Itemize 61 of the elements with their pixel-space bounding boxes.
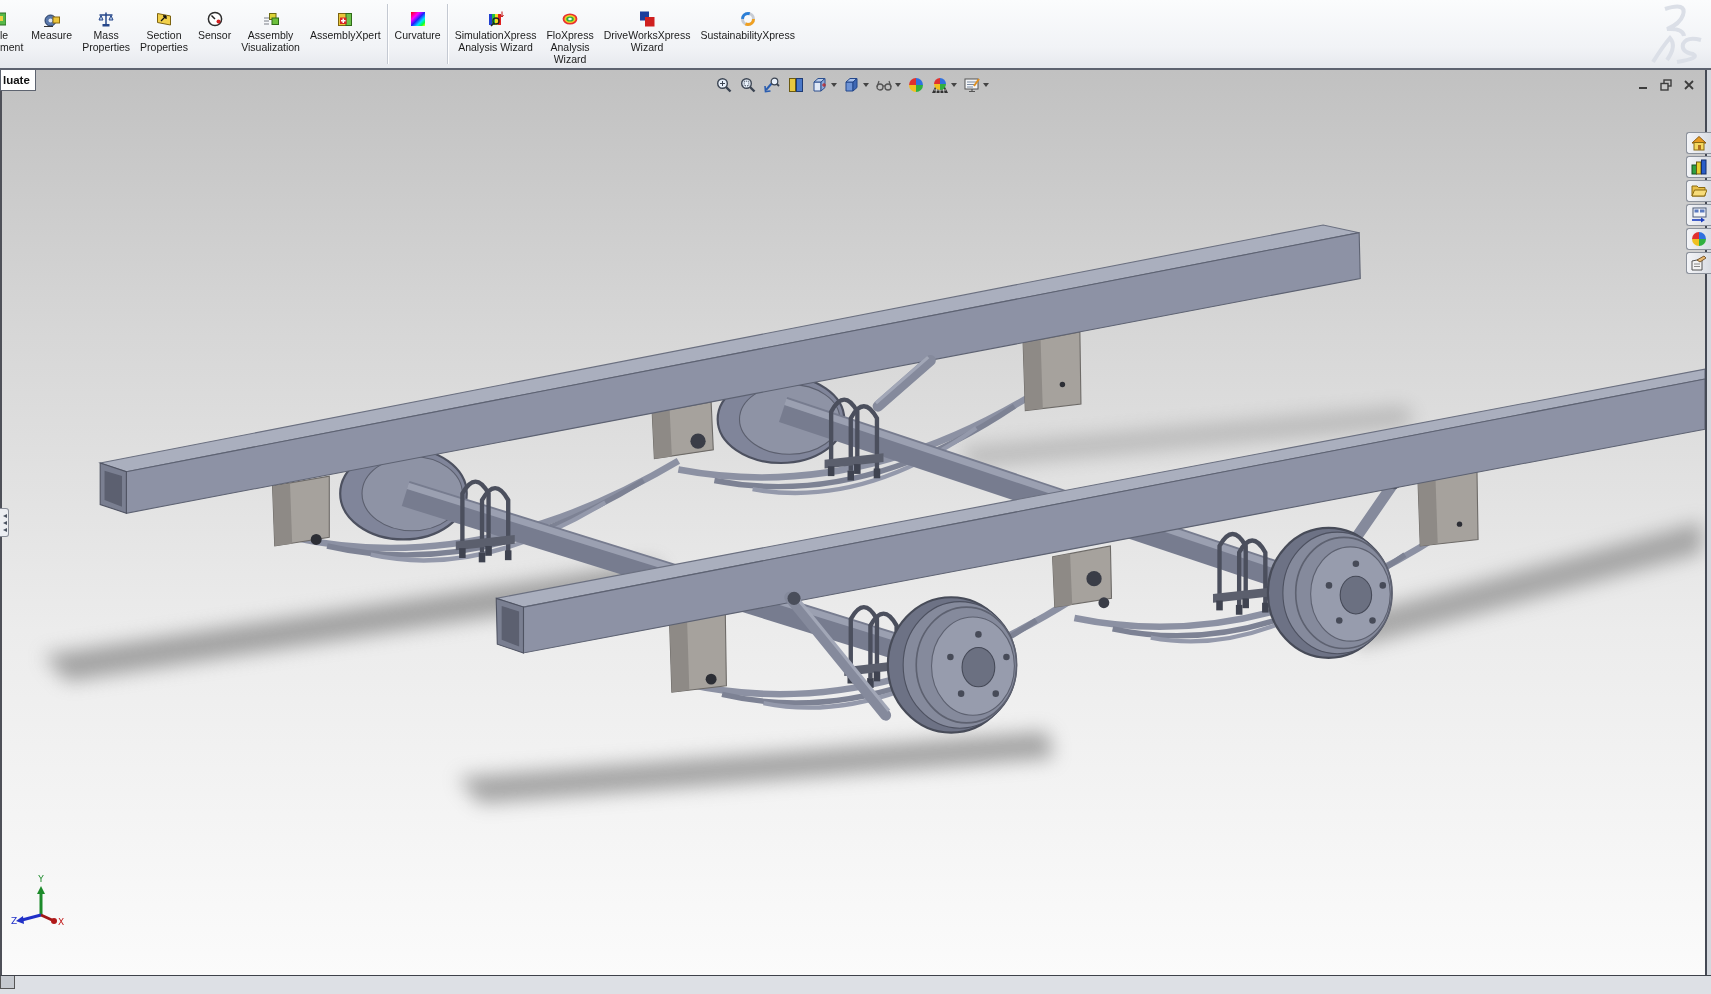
caret-icon[interactable] xyxy=(951,83,957,87)
arrow-magnifier-icon[interactable] xyxy=(764,77,780,93)
box-cross-icon xyxy=(337,11,354,27)
axis-label: Y xyxy=(38,874,44,884)
magnifier-icon[interactable] xyxy=(740,77,756,93)
strut-arm xyxy=(872,354,936,412)
close-icon[interactable] xyxy=(1683,79,1695,91)
tool-icon xyxy=(0,11,6,27)
cube-icon[interactable] xyxy=(812,77,828,93)
split-block-icon[interactable] xyxy=(788,77,804,93)
ball-on-floor-icon[interactable] xyxy=(932,77,948,93)
flow-rings-icon xyxy=(562,11,578,27)
bar-blocks-icon xyxy=(1691,159,1707,175)
panel-tab[interactable] xyxy=(0,976,15,989)
toolbar-button[interactable]: DriveWorksXpress Wizard xyxy=(598,0,696,68)
gradient-square-icon xyxy=(409,11,426,27)
tape-measure-icon xyxy=(43,11,60,27)
z-axis-arrow xyxy=(16,913,42,924)
toolbar-button[interactable]: FloXpress Analysis Wizard xyxy=(541,0,599,68)
gauge-icon xyxy=(206,11,223,27)
x-axis-arrow xyxy=(40,913,57,924)
hanger-bracket xyxy=(1052,545,1113,609)
toolbar-button[interactable]: SustainabilityXpress xyxy=(695,0,800,68)
caret-icon[interactable] xyxy=(831,83,837,87)
toolbar-button[interactable]: AssemblyXpert xyxy=(304,0,386,68)
collapse-handle[interactable] xyxy=(0,508,9,537)
color-ball-icon[interactable] xyxy=(908,77,924,93)
caret-icon[interactable] xyxy=(863,83,869,87)
caret-icon[interactable] xyxy=(895,83,901,87)
section-sheet-icon xyxy=(156,11,172,27)
toolbar-button[interactable]: Section Properties xyxy=(135,0,193,68)
toolbar-button[interactable]: Curvature xyxy=(389,0,446,68)
monitor-icon[interactable] xyxy=(964,77,980,93)
magnifier-icon[interactable] xyxy=(716,77,732,93)
toolbar-button[interactable]: Assembly Visualization xyxy=(236,0,305,68)
board-arrow-icon xyxy=(1691,207,1707,223)
restore-icon[interactable] xyxy=(1660,79,1672,91)
house-icon xyxy=(1691,135,1707,151)
overlapping-squares-icon xyxy=(639,11,656,27)
stacked-blocks-icon xyxy=(262,11,279,27)
toolbar-button[interactable]: Measure xyxy=(26,0,78,68)
toolbar-button[interactable]: Sensor xyxy=(192,0,237,68)
task-pane-tab[interactable] xyxy=(1686,204,1711,226)
task-pane-tab[interactable] xyxy=(1686,156,1711,178)
stress-plot-icon xyxy=(487,11,504,27)
scales-icon xyxy=(98,11,115,27)
toolbar-button[interactable]: le ment xyxy=(0,0,27,68)
y-axis-arrow xyxy=(37,886,45,915)
axis-label: X xyxy=(58,917,65,927)
folder-icon xyxy=(1691,183,1707,199)
color-ball-icon xyxy=(1691,231,1707,247)
clipboard-icon xyxy=(1691,255,1707,271)
triple-arrow-icon xyxy=(1,512,7,533)
caret-icon[interactable] xyxy=(983,83,989,87)
toolbar-button[interactable]: Mass Properties xyxy=(77,0,136,68)
hanger-bracket xyxy=(272,475,330,547)
command-tab[interactable]: luate xyxy=(0,70,36,91)
axis-label: Z xyxy=(11,916,18,926)
toolbar-button[interactable]: SimulationXpress Analysis Wizard xyxy=(449,0,542,68)
ring-icon xyxy=(739,11,756,27)
cube-icon[interactable] xyxy=(844,77,860,93)
